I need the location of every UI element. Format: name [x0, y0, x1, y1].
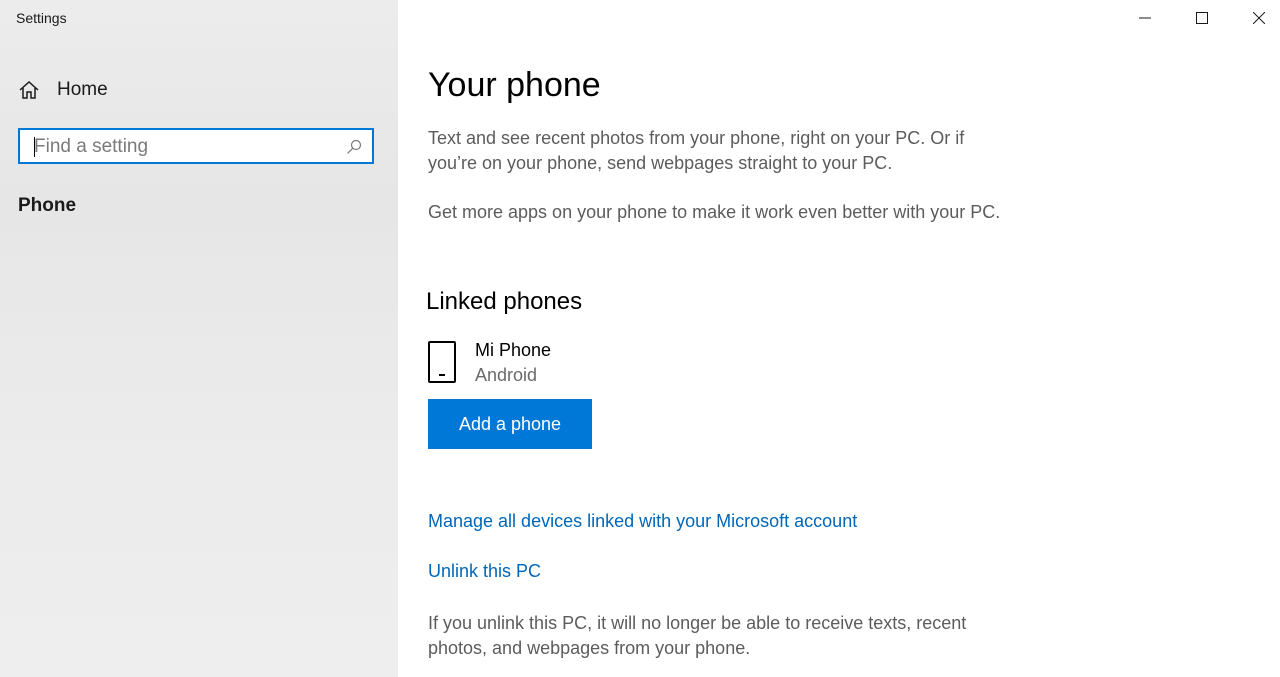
main-content: Your phone Text and see recent photos fr… — [398, 0, 1280, 677]
settings-window: Settings Home Phone — [0, 0, 1280, 677]
app-title: Settings — [16, 10, 67, 26]
text-caret — [34, 137, 35, 157]
description-text-apps: Get more apps on your phone to make it w… — [428, 202, 1001, 222]
sidebar: Settings Home Phone — [0, 0, 398, 677]
search-box[interactable] — [18, 128, 374, 164]
home-icon — [18, 79, 40, 101]
page-title: Your phone — [428, 66, 601, 104]
add-phone-button[interactable]: Add a phone — [428, 399, 592, 449]
linked-device: Mi Phone Android — [428, 340, 728, 390]
unlink-pc-link[interactable]: Unlink this PC — [428, 561, 541, 582]
description-text: Text and see recent photos from your pho… — [428, 128, 965, 173]
device-name: Mi Phone — [475, 340, 552, 360]
linked-phones-heading: Linked phones — [426, 288, 583, 315]
manage-devices-link[interactable]: Manage all devices linked with your Micr… — [428, 511, 857, 532]
device-os: Android — [475, 365, 538, 385]
sidebar-item-home[interactable]: Home — [0, 70, 398, 110]
search-icon[interactable] — [346, 139, 362, 155]
sidebar-item-label: Home — [57, 79, 108, 100]
sidebar-section-phone: Phone — [18, 195, 77, 216]
unlink-note: If you unlink this PC, it will no longer… — [428, 613, 967, 658]
phone-icon — [428, 341, 456, 383]
search-input[interactable] — [34, 135, 334, 159]
